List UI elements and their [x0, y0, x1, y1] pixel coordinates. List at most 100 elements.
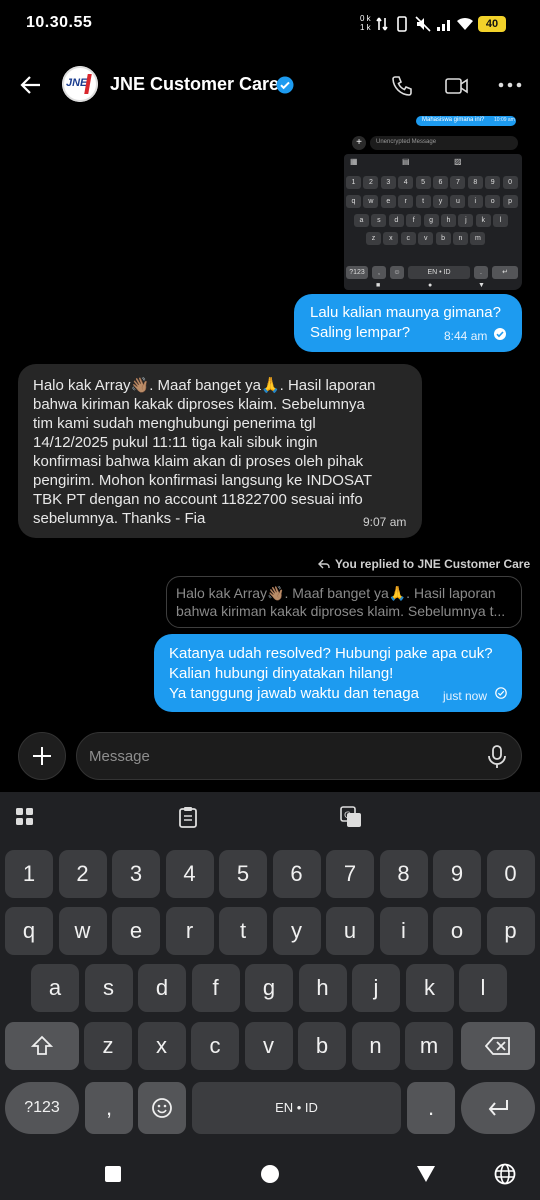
space-key[interactable]: EN • ID	[192, 1082, 401, 1134]
symbols-key[interactable]: ?123	[5, 1082, 79, 1134]
key-s[interactable]: s	[84, 964, 133, 1012]
key-5[interactable]: 5	[219, 850, 267, 898]
key-2[interactable]: 2	[58, 850, 107, 898]
key-m[interactable]: m	[405, 1022, 453, 1070]
key-3[interactable]: 3	[112, 850, 160, 898]
key-8[interactable]: 8	[379, 850, 428, 898]
key-o[interactable]: o	[433, 907, 481, 955]
key-f[interactable]: f	[191, 964, 240, 1012]
attachment-translate-icon: ▨	[454, 157, 462, 166]
key-j[interactable]: j	[352, 964, 400, 1012]
microphone-icon[interactable]	[487, 745, 507, 769]
attachment-key: o	[485, 195, 501, 208]
avatar[interactable]: JNE	[62, 66, 98, 102]
nav-home-icon[interactable]	[260, 1164, 280, 1184]
enter-key[interactable]	[461, 1082, 535, 1134]
message-bubble-outgoing[interactable]: Katanya udah resolved? Hubungi pake apa …	[154, 634, 522, 712]
read-receipt-icon	[494, 328, 506, 340]
call-icon[interactable]	[390, 74, 414, 98]
attachment-key: j	[458, 214, 474, 227]
attachment-bubble-time: 10:09 am	[494, 117, 515, 123]
attachment-key: h	[441, 214, 456, 227]
attachment-key: k	[475, 214, 491, 227]
emoji-key[interactable]	[138, 1082, 186, 1134]
key-q[interactable]: q	[5, 907, 53, 955]
nav-recents-icon[interactable]	[104, 1165, 122, 1183]
key-c[interactable]: c	[191, 1022, 239, 1070]
period-key[interactable]: .	[407, 1082, 455, 1134]
video-call-icon[interactable]	[444, 74, 470, 98]
apps-grid-icon[interactable]	[16, 808, 34, 826]
add-attachment-button[interactable]	[18, 732, 66, 780]
attachment-key: a	[354, 214, 369, 227]
key-k[interactable]: k	[405, 964, 454, 1012]
key-v[interactable]: v	[244, 1022, 293, 1070]
message-line: pengirim. Mohon konfirmasi langsung ke I…	[33, 472, 373, 489]
back-arrow-icon[interactable]	[20, 74, 42, 96]
signal-icon	[437, 20, 450, 31]
plus-icon	[33, 747, 51, 765]
attachment-comma-key: ,	[372, 266, 386, 279]
key-y[interactable]: y	[272, 907, 321, 955]
key-p[interactable]: p	[486, 907, 535, 955]
phone-status-icon	[397, 16, 407, 32]
attachment-key: e	[380, 195, 396, 208]
attachment-grid-icon: ▦	[350, 157, 358, 166]
key-t[interactable]: t	[219, 907, 267, 955]
attachment-key: 4	[398, 176, 414, 189]
key-7[interactable]: 7	[326, 850, 374, 898]
key-z[interactable]: z	[84, 1022, 132, 1070]
attachment-key: w	[363, 195, 379, 208]
key-1[interactable]: 1	[5, 850, 53, 898]
attachment-period-key: .	[474, 266, 488, 279]
verified-badge-icon	[276, 76, 294, 94]
key-w[interactable]: w	[58, 907, 107, 955]
key-x[interactable]: x	[137, 1022, 186, 1070]
key-h[interactable]: h	[298, 964, 347, 1012]
image-attachment[interactable]: Mahasiswa gimana ini? 10:09 am + Unencry…	[336, 114, 522, 290]
quoted-message[interactable]: Halo kak Array👋🏽. Maaf banget ya🙏. Hasil…	[166, 576, 522, 628]
nav-back-icon[interactable]	[416, 1165, 436, 1183]
key-0[interactable]: 0	[486, 850, 535, 898]
attachment-key: 8	[467, 176, 483, 189]
key-b[interactable]: b	[298, 1022, 346, 1070]
attachment-clipboard-icon: ▤	[402, 157, 410, 166]
key-i[interactable]: i	[379, 907, 428, 955]
message-bubble-incoming[interactable]: Halo kak Array👋🏽. Maaf banget ya🙏. Hasil…	[18, 364, 422, 538]
attachment-key: 9	[485, 176, 501, 189]
status-bar: 10.30.55 0 k 1 k 40	[0, 0, 540, 48]
key-l[interactable]: l	[459, 964, 507, 1012]
more-options-icon[interactable]	[498, 80, 522, 90]
key-9[interactable]: 9	[433, 850, 481, 898]
message-input[interactable]: Message	[76, 732, 522, 780]
attachment-input-placeholder: Unencrypted Message	[376, 139, 437, 145]
key-e[interactable]: e	[112, 907, 160, 955]
attachment-key: r	[398, 195, 414, 208]
key-a[interactable]: a	[31, 964, 79, 1012]
key-r[interactable]: r	[165, 907, 214, 955]
key-6[interactable]: 6	[272, 850, 321, 898]
key-4[interactable]: 4	[165, 850, 214, 898]
chat-title[interactable]: JNE Customer Care	[110, 74, 279, 95]
key-d[interactable]: d	[138, 964, 186, 1012]
clipboard-icon[interactable]	[178, 806, 198, 828]
key-n[interactable]: n	[351, 1022, 400, 1070]
attachment-key: y	[433, 195, 448, 208]
globe-icon[interactable]	[494, 1163, 516, 1185]
battery-indicator: 40	[478, 16, 506, 32]
backspace-key[interactable]	[461, 1022, 535, 1070]
comma-key[interactable]: ,	[85, 1082, 133, 1134]
attachment-key: p	[502, 195, 518, 208]
attachment-add-icon: +	[352, 136, 366, 150]
key-u[interactable]: u	[326, 907, 374, 955]
attachment-bubble-text: Mahasiswa gimana ini?	[422, 117, 485, 123]
key-g[interactable]: g	[245, 964, 293, 1012]
translate-icon[interactable]: G	[340, 806, 362, 828]
shift-key[interactable]	[5, 1022, 79, 1070]
message-bubble-outgoing[interactable]: Lalu kalian maunya gimana? Saling lempar…	[294, 294, 522, 352]
attachment-key: c	[400, 232, 416, 245]
message-line: Katanya udah resolved? Hubungi pake apa …	[169, 645, 493, 662]
attachment-nav-back: ▼	[478, 282, 485, 289]
message-line: Ya tanggung jawab waktu dan tenaga	[169, 685, 419, 702]
backspace-icon	[484, 1037, 510, 1055]
